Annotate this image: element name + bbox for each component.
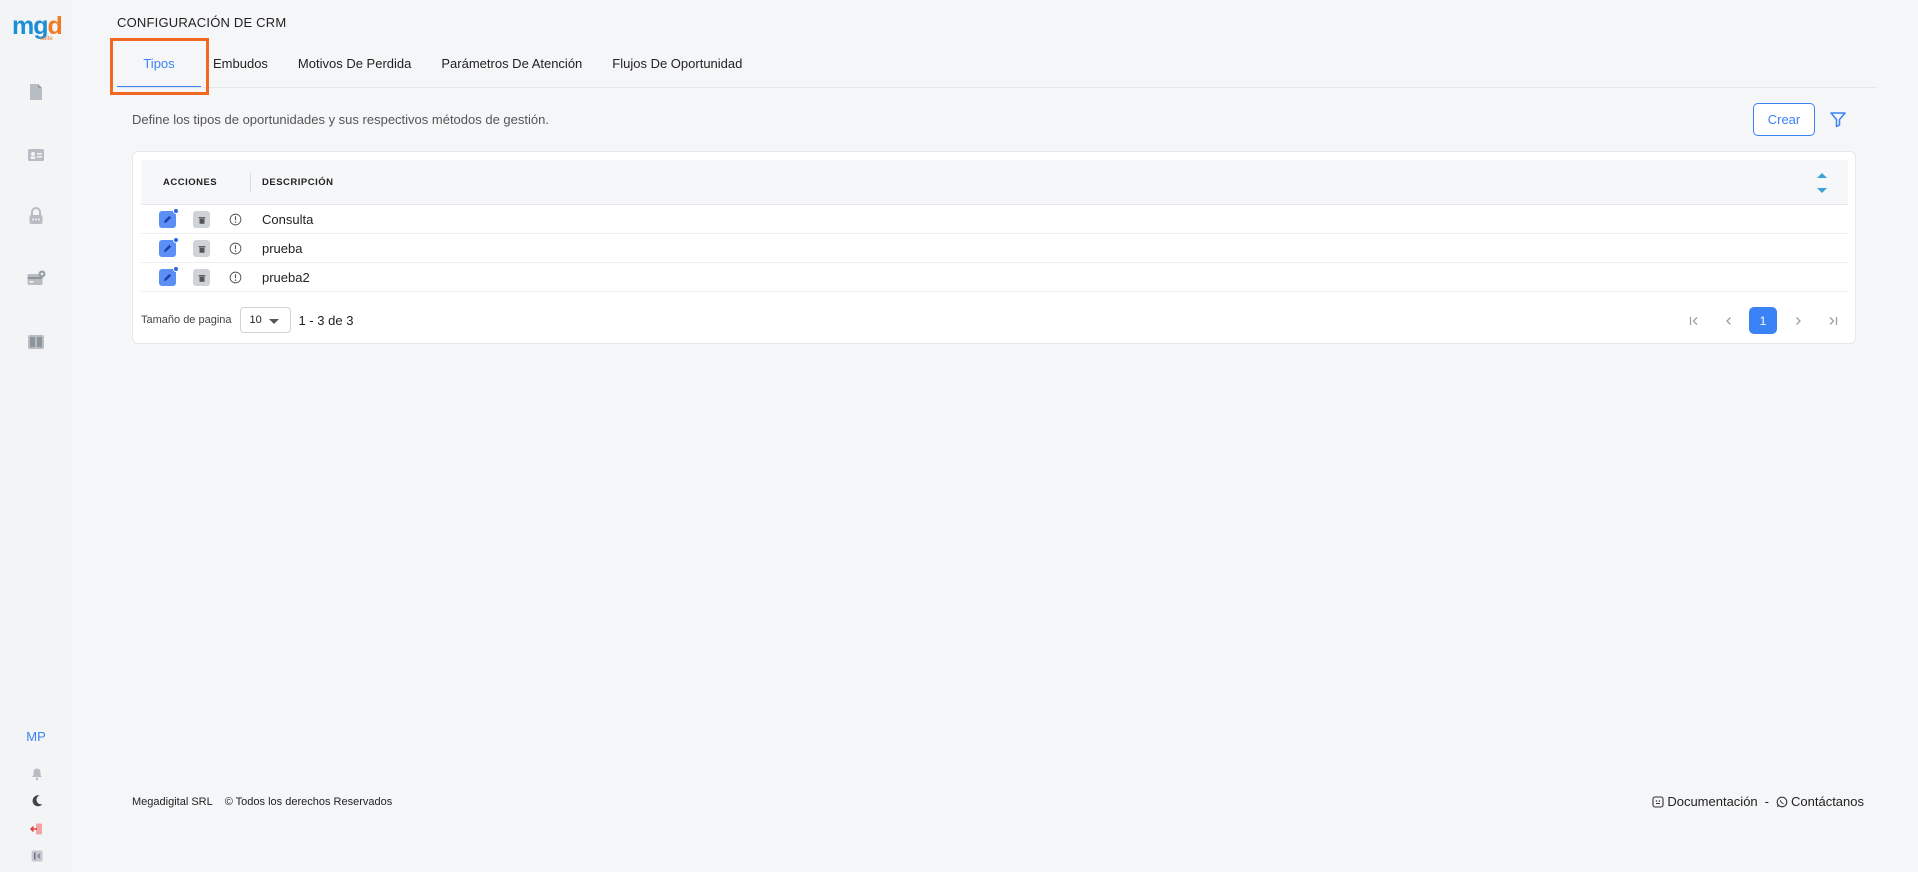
- trash-icon: [198, 274, 205, 282]
- cell-descripcion: Consulta: [262, 212, 314, 227]
- tab-embudos[interactable]: Embudos: [201, 46, 280, 88]
- info-button[interactable]: [227, 269, 244, 286]
- documentation-label: Documentación: [1667, 794, 1758, 809]
- sidebar-item-security[interactable]: [26, 206, 46, 226]
- cell-descripcion: prueba: [262, 241, 303, 256]
- brand-logo[interactable]: mgd suite: [12, 12, 63, 42]
- sidebar-item-documents[interactable]: [26, 82, 46, 102]
- delete-button[interactable]: [193, 269, 210, 286]
- edit-indicator: [173, 237, 179, 243]
- table-header: ACCIONES DESCRIPCIÓN: [141, 160, 1848, 205]
- tab-highlight-box: [110, 38, 209, 95]
- create-button[interactable]: Crear: [1753, 103, 1815, 136]
- info-icon: [229, 271, 242, 284]
- edit-button[interactable]: [159, 266, 179, 286]
- table-row: prueba2: [141, 263, 1848, 292]
- pagination-range: 1 - 3 de 3: [298, 312, 354, 328]
- footer-rights: © Todos los derechos Reservados: [224, 796, 393, 808]
- logout-icon: [30, 823, 42, 835]
- prev-page-button[interactable]: [1715, 307, 1743, 334]
- table-row: prueba: [141, 234, 1848, 263]
- page-size-value: 10: [249, 314, 262, 326]
- delete-button[interactable]: [193, 211, 210, 228]
- table-row: Consulta: [141, 205, 1848, 234]
- contact-link[interactable]: Contáctanos: [1776, 794, 1864, 809]
- chevron-down-icon: [268, 319, 279, 324]
- collapse-sidebar-button[interactable]: [29, 848, 45, 864]
- info-icon: [229, 213, 242, 226]
- footer-copyright: Megadigital SRL © Todos los derechos Rese…: [132, 796, 404, 808]
- edit-button[interactable]: [159, 208, 179, 228]
- cell-descripcion: prueba2: [262, 270, 310, 285]
- tabs-divider: [117, 87, 1877, 88]
- tabs: Tipos Embudos Motivos De Perdida Parámet…: [117, 46, 754, 88]
- avatar[interactable]: MP: [20, 728, 52, 746]
- chevron-right-icon: [1796, 316, 1801, 325]
- logo-suite: suite: [40, 36, 53, 42]
- theme-toggle-button[interactable]: [29, 793, 45, 809]
- sidebar: mgd suite MP: [0, 0, 72, 872]
- sidebar-item-contacts[interactable]: [26, 145, 46, 165]
- logout-button[interactable]: [29, 821, 45, 837]
- info-button[interactable]: [227, 240, 244, 257]
- lock-icon: [29, 207, 43, 224]
- page-title: CONFIGURACIÓN DE CRM: [117, 15, 287, 30]
- documentation-icon: [1652, 795, 1664, 808]
- bell-icon: [32, 768, 42, 781]
- filter-icon: [1830, 112, 1846, 128]
- sort-button[interactable]: [1814, 169, 1830, 197]
- tab-flujos-de-oportunidad[interactable]: Flujos De Oportunidad: [594, 46, 754, 88]
- pencil-icon: [163, 244, 172, 253]
- moon-icon: [32, 795, 43, 807]
- first-page-button[interactable]: [1680, 307, 1708, 334]
- sidebar-item-payments[interactable]: [26, 269, 46, 289]
- edit-indicator: [173, 208, 179, 214]
- tab-parametros-de-atencion[interactable]: Parámetros De Atención: [423, 46, 594, 88]
- main-content: CONFIGURACIÓN DE CRM Tipos Embudos Motiv…: [72, 0, 1918, 872]
- column-descripcion[interactable]: DESCRIPCIÓN: [262, 160, 333, 205]
- types-table-card: ACCIONES DESCRIPCIÓN Consulta prueba pru…: [132, 151, 1856, 344]
- filter-button[interactable]: [1828, 109, 1848, 129]
- book-icon: [28, 335, 44, 349]
- edit-indicator: [173, 266, 179, 272]
- footer-links: Documentación - Contáctanos: [1652, 794, 1864, 809]
- info-icon: [229, 242, 242, 255]
- document-icon: [30, 84, 42, 100]
- chevron-left-icon: [1726, 316, 1731, 325]
- pencil-icon: [163, 273, 172, 282]
- whatsapp-icon: [1776, 796, 1788, 807]
- footer-company: Megadigital SRL: [132, 796, 213, 808]
- trash-icon: [198, 245, 205, 253]
- documentation-link[interactable]: Documentación: [1652, 794, 1758, 809]
- first-page-icon: [1689, 316, 1698, 325]
- contact-card-icon: [28, 149, 44, 161]
- sidebar-item-library[interactable]: [26, 332, 46, 352]
- next-page-button[interactable]: [1784, 307, 1812, 334]
- footer-separator: -: [1764, 794, 1769, 809]
- pencil-icon: [163, 215, 172, 224]
- page-1-button[interactable]: 1: [1749, 307, 1777, 334]
- pagination-size: Tamaño de pagina 10 1 - 3 de 3: [141, 307, 353, 333]
- collapse-icon: [31, 850, 43, 862]
- edit-button[interactable]: [159, 237, 179, 257]
- contact-label: Contáctanos: [1791, 794, 1864, 809]
- page-size-select[interactable]: 10: [239, 307, 291, 333]
- notifications-button[interactable]: [29, 766, 45, 782]
- tab-motivos-de-perdida[interactable]: Motivos De Perdida: [280, 46, 423, 88]
- column-acciones: ACCIONES: [163, 177, 218, 188]
- last-page-button[interactable]: [1819, 307, 1847, 334]
- info-button[interactable]: [227, 211, 244, 228]
- page-size-label: Tamaño de pagina: [141, 314, 232, 326]
- last-page-icon: [1829, 316, 1838, 325]
- column-separator: [250, 173, 251, 192]
- delete-button[interactable]: [193, 240, 210, 257]
- sort-icon: [1817, 173, 1827, 193]
- trash-icon: [198, 216, 205, 224]
- card-settings-icon: [27, 270, 46, 285]
- page-description: Define los tipos de oportunidades y sus …: [132, 112, 549, 127]
